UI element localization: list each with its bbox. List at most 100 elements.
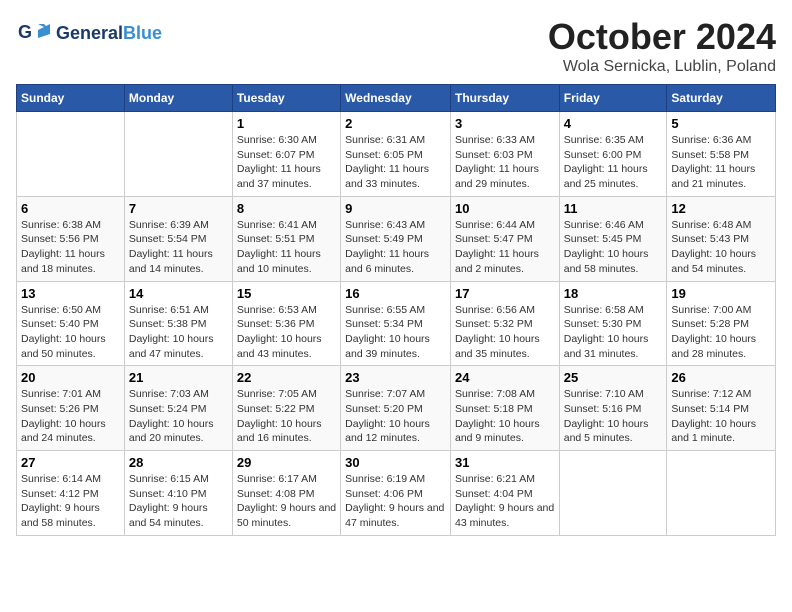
calendar-week-row: 6Sunrise: 6:38 AM Sunset: 5:56 PM Daylig… [17,196,776,281]
calendar-day-cell: 15 Sunrise: 6:53 AM Sunset: 5:36 PM Dayli… [232,281,340,366]
day-number: 8 [237,201,336,216]
day-number: 30 [345,455,446,470]
day-detail: Sunrise: 6:55 AM Sunset: 5:34 PM Dayligh… [345,303,446,362]
calendar-table: SundayMondayTuesdayWednesdayThursdayFrid… [16,84,776,536]
page-header: G GeneralBlue October 2024 Wola Sernicka… [16,16,776,76]
calendar-day-cell: 23Sunrise: 7:07 AM Sunset: 5:20 PM Dayli… [341,366,451,451]
day-number: 1 [237,116,336,131]
calendar-day-cell: 31 Sunrise: 6:21 AM Sunset: 4:04 PM Dayli… [450,451,559,536]
calendar-day-cell: 9Sunrise: 6:43 AM Sunset: 5:49 PM Daylig… [341,196,451,281]
weekday-header: Friday [559,85,667,112]
calendar-day-cell: 27 Sunrise: 6:14 AM Sunset: 4:12 PM Dayli… [17,451,125,536]
calendar-day-cell [124,112,232,197]
day-detail: Sunrise: 7:12 AM Sunset: 5:14 PM Dayligh… [671,387,771,446]
day-number: 14 [129,286,228,301]
weekday-header: Tuesday [232,85,340,112]
day-number: 7 [129,201,228,216]
calendar-day-cell: 22 Sunrise: 7:05 AM Sunset: 5:22 PM Dayli… [232,366,340,451]
day-number: 13 [21,286,120,301]
calendar-day-cell: 8 Sunrise: 6:41 AM Sunset: 5:51 PM Daylig… [232,196,340,281]
title-block: October 2024 Wola Sernicka, Lublin, Pola… [548,16,776,76]
calendar-day-cell: 12Sunrise: 6:48 AM Sunset: 5:43 PM Dayli… [667,196,776,281]
calendar-day-cell [559,451,667,536]
day-number: 11 [564,201,663,216]
calendar-subtitle: Wola Sernicka, Lublin, Poland [548,58,776,76]
svg-text:G: G [18,22,32,42]
calendar-day-cell: 1 Sunrise: 6:30 AM Sunset: 6:07 PM Daylig… [232,112,340,197]
day-number: 20 [21,370,120,385]
weekday-header: Sunday [17,85,125,112]
calendar-day-cell: 5Sunrise: 6:36 AM Sunset: 5:58 PM Daylig… [667,112,776,197]
calendar-day-cell: 28Sunrise: 6:15 AM Sunset: 4:10 PM Dayli… [124,451,232,536]
calendar-body: 1 Sunrise: 6:30 AM Sunset: 6:07 PM Daylig… [17,112,776,536]
calendar-day-cell: 17Sunrise: 6:56 AM Sunset: 5:32 PM Dayli… [450,281,559,366]
day-detail: Sunrise: 7:01 AM Sunset: 5:26 PM Dayligh… [21,387,120,446]
day-detail: Sunrise: 6:30 AM Sunset: 6:07 PM Dayligh… [237,133,336,192]
day-detail: Sunrise: 6:35 AM Sunset: 6:00 PM Dayligh… [564,133,663,192]
logo-name: GeneralBlue [56,24,162,44]
calendar-title: October 2024 [548,16,776,58]
day-detail: Sunrise: 6:33 AM Sunset: 6:03 PM Dayligh… [455,133,555,192]
day-number: 3 [455,116,555,131]
day-number: 19 [671,286,771,301]
calendar-day-cell: 18 Sunrise: 6:58 AM Sunset: 5:30 PM Dayli… [559,281,667,366]
calendar-day-cell: 7 Sunrise: 6:39 AM Sunset: 5:54 PM Daylig… [124,196,232,281]
day-detail: Sunrise: 7:07 AM Sunset: 5:20 PM Dayligh… [345,387,446,446]
day-detail: Sunrise: 6:44 AM Sunset: 5:47 PM Dayligh… [455,218,555,277]
calendar-header: SundayMondayTuesdayWednesdayThursdayFrid… [17,85,776,112]
calendar-day-cell: 29 Sunrise: 6:17 AM Sunset: 4:08 PM Dayli… [232,451,340,536]
day-number: 16 [345,286,446,301]
day-detail: Sunrise: 7:05 AM Sunset: 5:22 PM Dayligh… [237,387,336,446]
day-detail: Sunrise: 6:53 AM Sunset: 5:36 PM Dayligh… [237,303,336,362]
day-number: 21 [129,370,228,385]
day-number: 10 [455,201,555,216]
day-detail: Sunrise: 6:39 AM Sunset: 5:54 PM Dayligh… [129,218,228,277]
day-detail: Sunrise: 6:21 AM Sunset: 4:04 PM Dayligh… [455,472,555,531]
day-detail: Sunrise: 6:58 AM Sunset: 5:30 PM Dayligh… [564,303,663,362]
day-number: 18 [564,286,663,301]
day-number: 24 [455,370,555,385]
day-number: 15 [237,286,336,301]
day-number: 29 [237,455,336,470]
calendar-day-cell: 20 Sunrise: 7:01 AM Sunset: 5:26 PM Dayli… [17,366,125,451]
day-detail: Sunrise: 6:46 AM Sunset: 5:45 PM Dayligh… [564,218,663,277]
calendar-day-cell: 21 Sunrise: 7:03 AM Sunset: 5:24 PM Dayli… [124,366,232,451]
calendar-day-cell: 10 Sunrise: 6:44 AM Sunset: 5:47 PM Dayli… [450,196,559,281]
day-detail: Sunrise: 6:17 AM Sunset: 4:08 PM Dayligh… [237,472,336,531]
weekday-header: Wednesday [341,85,451,112]
day-detail: Sunrise: 7:08 AM Sunset: 5:18 PM Dayligh… [455,387,555,446]
day-detail: Sunrise: 6:38 AM Sunset: 5:56 PM Dayligh… [21,218,120,277]
weekday-header: Monday [124,85,232,112]
day-number: 12 [671,201,771,216]
day-detail: Sunrise: 7:03 AM Sunset: 5:24 PM Dayligh… [129,387,228,446]
calendar-day-cell: 3 Sunrise: 6:33 AM Sunset: 6:03 PM Daylig… [450,112,559,197]
day-detail: Sunrise: 6:43 AM Sunset: 5:49 PM Dayligh… [345,218,446,277]
calendar-day-cell: 16 Sunrise: 6:55 AM Sunset: 5:34 PM Dayli… [341,281,451,366]
calendar-day-cell: 14 Sunrise: 6:51 AM Sunset: 5:38 PM Dayli… [124,281,232,366]
calendar-day-cell: 2Sunrise: 6:31 AM Sunset: 6:05 PM Daylig… [341,112,451,197]
calendar-week-row: 20 Sunrise: 7:01 AM Sunset: 5:26 PM Dayli… [17,366,776,451]
day-detail: Sunrise: 6:36 AM Sunset: 5:58 PM Dayligh… [671,133,771,192]
day-number: 31 [455,455,555,470]
calendar-day-cell: 6Sunrise: 6:38 AM Sunset: 5:56 PM Daylig… [17,196,125,281]
calendar-week-row: 27 Sunrise: 6:14 AM Sunset: 4:12 PM Dayli… [17,451,776,536]
calendar-day-cell [667,451,776,536]
calendar-day-cell [17,112,125,197]
day-number: 28 [129,455,228,470]
day-detail: Sunrise: 6:51 AM Sunset: 5:38 PM Dayligh… [129,303,228,362]
calendar-week-row: 1 Sunrise: 6:30 AM Sunset: 6:07 PM Daylig… [17,112,776,197]
day-detail: Sunrise: 6:19 AM Sunset: 4:06 PM Dayligh… [345,472,446,531]
day-number: 2 [345,116,446,131]
day-detail: Sunrise: 6:56 AM Sunset: 5:32 PM Dayligh… [455,303,555,362]
day-number: 27 [21,455,120,470]
weekday-header: Saturday [667,85,776,112]
calendar-day-cell: 13Sunrise: 6:50 AM Sunset: 5:40 PM Dayli… [17,281,125,366]
day-number: 22 [237,370,336,385]
day-detail: Sunrise: 7:00 AM Sunset: 5:28 PM Dayligh… [671,303,771,362]
day-detail: Sunrise: 6:14 AM Sunset: 4:12 PM Dayligh… [21,472,120,531]
day-number: 4 [564,116,663,131]
calendar-week-row: 13Sunrise: 6:50 AM Sunset: 5:40 PM Dayli… [17,281,776,366]
calendar-day-cell: 11 Sunrise: 6:46 AM Sunset: 5:45 PM Dayli… [559,196,667,281]
weekday-header: Thursday [450,85,559,112]
day-detail: Sunrise: 6:41 AM Sunset: 5:51 PM Dayligh… [237,218,336,277]
